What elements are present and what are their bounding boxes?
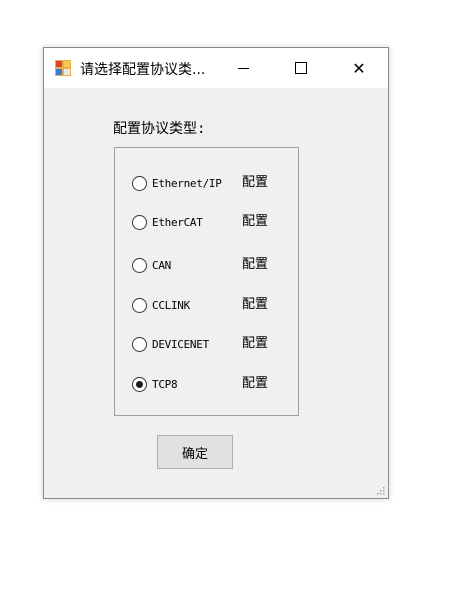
radio-button[interactable] (132, 175, 147, 191)
radio-can[interactable]: CAN (132, 255, 171, 275)
minimize-button[interactable] (214, 48, 272, 88)
config-link-devicenet[interactable]: 配置 (242, 334, 268, 354)
maximize-icon (295, 62, 307, 74)
config-link-cclink[interactable]: 配置 (242, 295, 268, 315)
radio-button[interactable] (132, 336, 147, 352)
radio-button[interactable] (132, 214, 147, 230)
window-title: 请选择配置协议类... (80, 62, 206, 78)
radio-label: DEVICENET (152, 337, 209, 351)
radio-button[interactable] (132, 257, 147, 273)
ok-button[interactable]: 确定 (157, 435, 233, 469)
radio-label: Ethernet/IP (152, 176, 222, 190)
app-icon (55, 60, 71, 76)
minimize-icon (237, 67, 249, 69)
radio-button-checked[interactable] (132, 376, 147, 392)
radio-devicenet[interactable]: DEVICENET (132, 334, 209, 354)
title-bar[interactable]: 请选择配置协议类... ✕ (44, 48, 388, 88)
radio-cclink[interactable]: CCLINK (132, 295, 190, 315)
group-label: 配置协议类型: (113, 121, 206, 137)
config-link-ethercat[interactable]: 配置 (242, 212, 268, 232)
radio-button[interactable] (132, 297, 147, 313)
radio-label: CAN (152, 258, 171, 272)
radio-ethernet-ip[interactable]: Ethernet/IP (132, 173, 222, 193)
radio-label: CCLINK (152, 298, 190, 312)
config-link-tcp8[interactable]: 配置 (242, 374, 268, 394)
protocol-dialog: 请选择配置协议类... ✕ 配置协议类型: Ethernet/IP 配置 Eth… (43, 47, 389, 499)
radio-label: EtherCAT (152, 215, 203, 229)
radio-tcp8[interactable]: TCP8 (132, 374, 178, 394)
config-link-can[interactable]: 配置 (242, 255, 268, 275)
protocol-groupbox: Ethernet/IP 配置 EtherCAT 配置 CAN 配置 CCLINK… (114, 147, 299, 416)
radio-label: TCP8 (152, 377, 178, 391)
config-link-ethernet-ip[interactable]: 配置 (242, 173, 268, 193)
maximize-button[interactable] (272, 48, 330, 88)
radio-ethercat[interactable]: EtherCAT (132, 212, 203, 232)
close-icon: ✕ (352, 58, 366, 78)
close-button[interactable]: ✕ (330, 48, 388, 88)
resize-grip-icon[interactable] (375, 485, 385, 495)
